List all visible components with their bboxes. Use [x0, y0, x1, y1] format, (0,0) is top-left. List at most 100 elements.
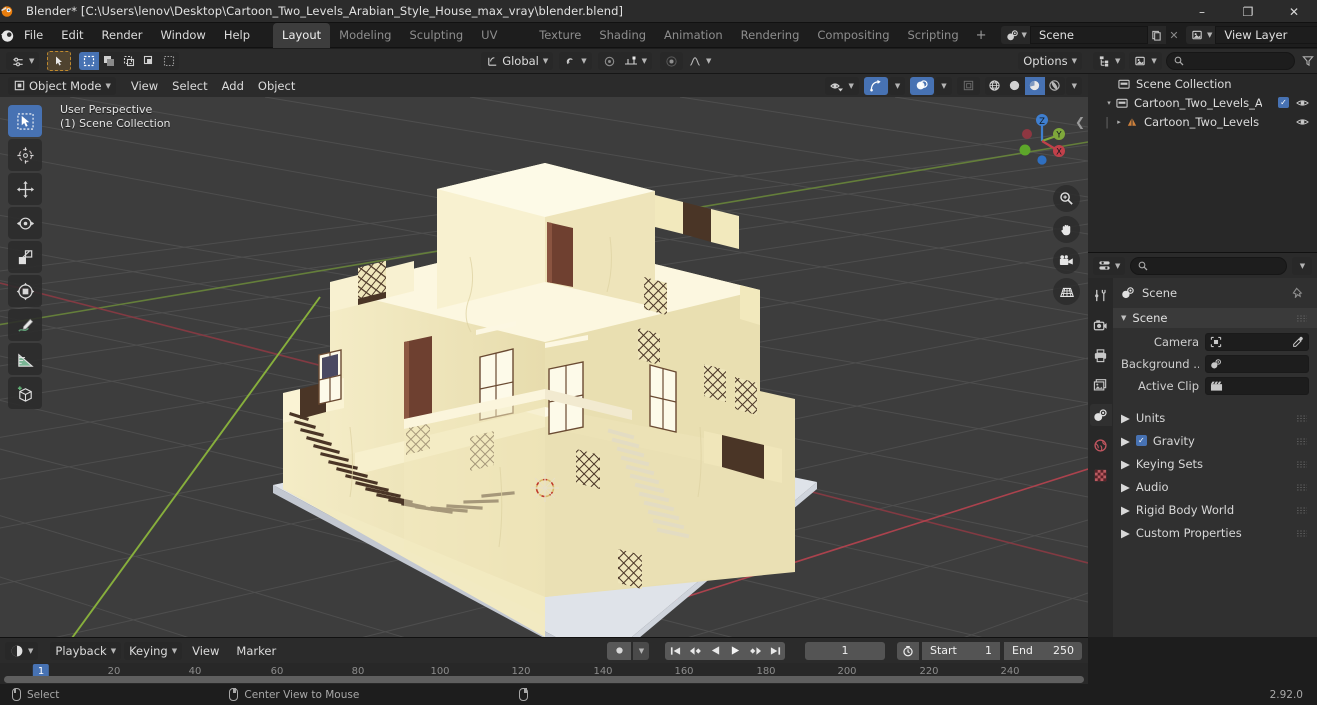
collection-enable-checkbox[interactable]: ✓ [1278, 97, 1289, 108]
maximize-button[interactable]: ❐ [1225, 0, 1271, 23]
view-layer-name[interactable]: View Layer [1215, 26, 1317, 44]
tool-measure[interactable] [8, 343, 42, 375]
tool-scale[interactable] [8, 241, 42, 273]
zoom-icon[interactable] [1053, 185, 1080, 212]
background-field[interactable] [1205, 355, 1309, 373]
previous-keyframe-button[interactable] [685, 641, 705, 660]
current-frame-field[interactable]: 1 [805, 641, 885, 660]
editor-type-selector[interactable]: ▼ [6, 52, 40, 70]
object-mode-selector[interactable]: Object Mode ▼ [8, 76, 116, 95]
menu-edit[interactable]: Edit [52, 26, 92, 45]
chevron-right-icon[interactable]: ▶ [1121, 503, 1130, 517]
play-reverse-button[interactable] [705, 641, 725, 660]
menu-window[interactable]: Window [151, 26, 214, 45]
render-icon[interactable] [1090, 314, 1112, 336]
chevron-right-icon[interactable]: ▶ [1121, 434, 1130, 448]
playback-menu[interactable]: Playback ▼ [50, 641, 122, 660]
select-subtract-icon[interactable] [119, 52, 139, 70]
outliner-search-input[interactable] [1165, 52, 1295, 70]
camera-field[interactable] [1205, 333, 1309, 351]
units-section[interactable]: ▶ Units [1113, 406, 1317, 429]
navigation-gizmo[interactable]: Z Y X [1010, 109, 1074, 173]
tool-transform[interactable] [8, 275, 42, 307]
jump-to-start-button[interactable] [665, 641, 685, 660]
chevron-right-icon[interactable]: ▶ [1121, 411, 1130, 425]
view-layer-icon[interactable]: ▼ [1185, 26, 1216, 44]
menu-file[interactable]: File [15, 26, 52, 45]
eye-icon[interactable] [1296, 117, 1309, 127]
eyedropper-icon[interactable] [1292, 336, 1304, 348]
outliner-row-scene-collection[interactable]: Scene Collection [1088, 74, 1317, 93]
tab-animation[interactable]: Animation [655, 23, 732, 48]
timeline-menu-view[interactable]: View [185, 642, 226, 660]
tab-rendering[interactable]: Rendering [732, 23, 809, 48]
gizmo-dropdown[interactable]: ▼ [888, 76, 906, 95]
3d-viewport[interactable]: User Perspective (1) Scene Collection Z … [0, 97, 1088, 637]
audio-section[interactable]: ▶ Audio [1113, 475, 1317, 498]
add-workspace-button[interactable]: + [968, 28, 995, 43]
toggle-perspective-icon[interactable] [1053, 278, 1080, 305]
start-frame-field[interactable]: Start 1 [922, 641, 1000, 660]
chevron-right-icon[interactable]: ▶ [1121, 457, 1130, 471]
tab-shading[interactable]: Shading [590, 23, 655, 48]
outliner-row-cartoon-collection[interactable]: ▾ Cartoon_Two_Levels_Ara ✓ [1088, 93, 1317, 112]
camera-view-icon[interactable] [1053, 247, 1080, 274]
keying-menu[interactable]: Keying ▼ [124, 641, 183, 660]
auto-keying-toggle[interactable] [607, 641, 631, 660]
gravity-section[interactable]: ▶ ✓ Gravity [1113, 429, 1317, 452]
snap-toggle[interactable]: ▼ [559, 52, 592, 70]
remove-scene-button[interactable]: ✕ [1166, 26, 1182, 44]
shading-dropdown[interactable]: ▼ [1065, 76, 1082, 95]
background-scene-row[interactable]: Background ... [1121, 354, 1309, 374]
scene-icon[interactable] [1089, 404, 1112, 426]
proportional-editing-toggle[interactable] [597, 52, 621, 70]
jump-to-end-button[interactable] [765, 641, 785, 660]
end-frame-field[interactable]: End 250 [1004, 641, 1082, 660]
tool-icon[interactable] [1090, 284, 1112, 306]
select-box-icon[interactable] [79, 52, 100, 70]
viewport-menu-view[interactable]: View [124, 77, 165, 95]
rigid-body-world-section[interactable]: ▶ Rigid Body World [1113, 498, 1317, 521]
blender-logo-icon[interactable] [0, 28, 15, 43]
scene-name[interactable]: Scene [1029, 26, 1148, 44]
new-scene-button[interactable] [1147, 26, 1166, 44]
tab-sculpting[interactable]: Sculpting [400, 23, 472, 48]
snap-target-toggle[interactable] [660, 52, 684, 70]
options-dropdown[interactable]: Options ▼ [1018, 52, 1082, 70]
tab-scripting[interactable]: Scripting [899, 23, 968, 48]
tab-uv-editing[interactable]: UV Editing [472, 23, 530, 67]
proportional-curve-icon[interactable]: ▼ [683, 52, 716, 70]
tool-move[interactable] [8, 173, 42, 205]
tab-texture-paint[interactable]: Texture Paint [530, 23, 590, 67]
sidebar-toggle-icon[interactable]: ❮ [1075, 115, 1085, 129]
chevron-right-icon[interactable]: ▶ [1121, 526, 1130, 540]
timeline-ruler[interactable]: 20 40 60 80 100 120 140 160 180 200 220 … [0, 663, 1088, 684]
texture-icon[interactable] [1090, 464, 1112, 486]
view-layer-icon[interactable] [1090, 374, 1112, 396]
menu-render[interactable]: Render [93, 26, 152, 45]
auto-keying-dropdown[interactable]: ▼ [633, 641, 649, 660]
gizmo-toggle[interactable] [863, 76, 888, 95]
eye-icon[interactable] [1296, 98, 1309, 108]
tweak-tool-button[interactable] [47, 51, 72, 71]
outliner-editor-type[interactable]: ▼ [1093, 52, 1126, 70]
outliner-display-mode[interactable]: ▼ [1129, 52, 1162, 70]
properties-search-input[interactable] [1130, 256, 1287, 275]
gravity-checkbox[interactable]: ✓ [1135, 435, 1147, 446]
active-clip-row[interactable]: Active Clip [1121, 376, 1309, 396]
properties-options-dropdown[interactable]: ▼ [1292, 256, 1312, 275]
scene-panel-header[interactable]: ▼ Scene [1113, 308, 1317, 328]
properties-editor-type[interactable]: ▼ [1093, 256, 1126, 275]
wireframe-shading-icon[interactable] [985, 77, 1005, 95]
scene-icon[interactable]: ▼ [1000, 26, 1030, 44]
tool-add-cube[interactable] [8, 377, 42, 409]
auto-keying-group[interactable]: ▼ [607, 641, 649, 660]
chevron-down-icon[interactable]: ▼ [1121, 314, 1126, 322]
world-icon[interactable] [1090, 434, 1112, 456]
custom-properties-section[interactable]: ▶ Custom Properties [1113, 521, 1317, 544]
xray-toggle[interactable] [956, 76, 980, 95]
select-extend-icon[interactable] [99, 52, 119, 70]
tab-layout[interactable]: Layout [273, 22, 331, 48]
next-keyframe-button[interactable] [745, 641, 765, 660]
camera-row[interactable]: Camera [1121, 332, 1309, 352]
